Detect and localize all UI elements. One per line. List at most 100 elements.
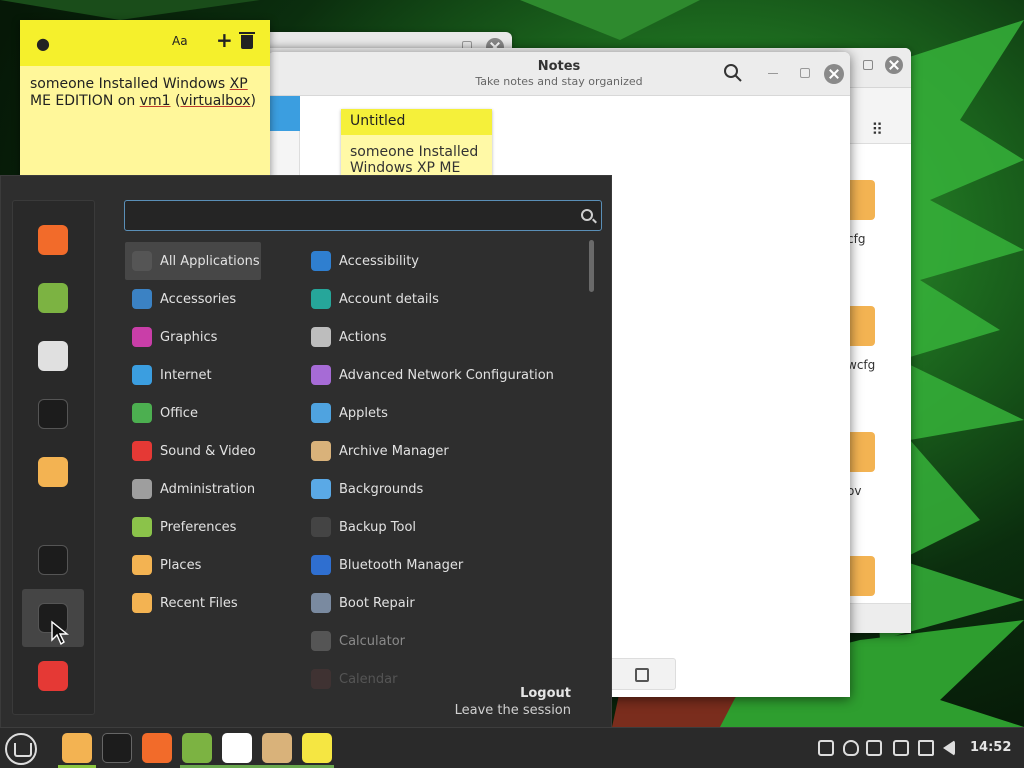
notes-tray-icon[interactable] <box>866 740 882 756</box>
shield-tray-icon[interactable] <box>843 740 859 756</box>
sticky-text-part: ) <box>250 93 256 109</box>
clipboard-tray-icon[interactable] <box>818 740 834 756</box>
minimize-button[interactable] <box>768 73 778 74</box>
application-list-scrollbar[interactable] <box>589 240 594 292</box>
firefox-taskbar-icon[interactable] <box>142 733 172 763</box>
folder-item[interactable]: ov <box>847 432 917 498</box>
backgrounds-icon <box>311 479 331 499</box>
sticky-text-xp: XP <box>229 76 248 92</box>
terminal-taskbar-icon[interactable] <box>102 733 132 763</box>
archive-taskbar-icon[interactable] <box>262 733 292 763</box>
files-icon <box>38 457 68 487</box>
folder-icon <box>132 555 152 575</box>
lock-icon <box>38 545 68 575</box>
folder-label: cfg <box>847 232 866 246</box>
folder-label: ov <box>847 484 862 498</box>
files-taskbar-icon[interactable] <box>62 733 92 763</box>
favorite-firefox[interactable] <box>22 211 84 269</box>
category-label: Places <box>160 557 202 573</box>
firefox-icon <box>38 225 68 255</box>
category-sound-video[interactable]: Sound & Video <box>125 432 295 470</box>
search-icon <box>581 209 593 221</box>
maximize-button[interactable] <box>800 68 810 78</box>
add-note-button[interactable]: + <box>216 30 233 50</box>
close-button[interactable] <box>885 56 903 74</box>
preferences-icon <box>132 517 152 537</box>
app-label: Archive Manager <box>339 443 449 459</box>
app-label: Calendar <box>339 671 398 687</box>
category-recent-files[interactable]: Recent Files <box>125 584 295 622</box>
favorite-power[interactable] <box>22 647 84 705</box>
notes-sidebar-selected[interactable] <box>268 96 300 131</box>
favorite-files[interactable] <box>22 443 84 501</box>
app-advanced-network-configuration[interactable]: Advanced Network Configuration <box>304 356 584 394</box>
category-label: Office <box>160 405 198 421</box>
category-label: Administration <box>160 481 256 497</box>
internet-icon <box>132 365 152 385</box>
category-office[interactable]: Office <box>125 394 295 432</box>
category-graphics[interactable]: Graphics <box>125 318 295 356</box>
sticky-note[interactable]: ● Aa + someone Installed Windows XP ME E… <box>20 20 270 180</box>
category-label: Recent Files <box>160 595 238 611</box>
category-list: All Applications Accessories Graphics Inter… <box>125 242 295 622</box>
app-boot-repair[interactable]: Boot Repair <box>304 584 584 622</box>
maximize-button[interactable] <box>863 60 873 70</box>
mouse-cursor-icon <box>51 620 69 646</box>
app-accessibility[interactable]: Accessibility <box>304 242 584 280</box>
favorite-terminal[interactable] <box>22 385 84 443</box>
sticky-text-part: someone Installed Windows <box>30 76 230 92</box>
settings-taskbar-icon[interactable] <box>222 733 252 763</box>
favorite-software-manager[interactable] <box>22 269 84 327</box>
app-calculator[interactable]: Calculator <box>304 622 584 660</box>
mint-menu-button[interactable] <box>5 733 37 765</box>
close-button[interactable] <box>824 64 844 84</box>
folder-item[interactable] <box>847 556 917 596</box>
favorite-lock[interactable] <box>22 531 84 589</box>
category-accessories[interactable]: Accessories <box>125 280 295 318</box>
update-tray-icon[interactable] <box>893 740 909 756</box>
volume-tray-icon[interactable] <box>943 740 955 756</box>
category-internet[interactable]: Internet <box>125 356 295 394</box>
app-applets[interactable]: Applets <box>304 394 584 432</box>
mint-update-taskbar-icon[interactable] <box>182 733 212 763</box>
app-backgrounds[interactable]: Backgrounds <box>304 470 584 508</box>
color-drop-icon[interactable]: ● <box>36 34 50 53</box>
folder-item[interactable]: wcfg <box>847 306 917 372</box>
category-all-applications[interactable]: All Applications <box>125 242 261 280</box>
app-account-details[interactable]: Account details <box>304 280 584 318</box>
search-icon[interactable] <box>722 62 744 84</box>
app-archive-manager[interactable]: Archive Manager <box>304 432 584 470</box>
actions-icon <box>311 327 331 347</box>
backup-icon <box>311 517 331 537</box>
accessories-icon <box>132 289 152 309</box>
sticky-note-text[interactable]: someone Installed Windows XP ME EDITION … <box>20 66 270 120</box>
folder-icon <box>847 180 875 220</box>
menu-search-input[interactable] <box>124 200 602 231</box>
copy-icon <box>635 668 649 682</box>
network-tray-icon[interactable] <box>918 740 934 756</box>
app-bluetooth-manager[interactable]: Bluetooth Manager <box>304 546 584 584</box>
office-icon <box>132 403 152 423</box>
app-actions[interactable]: Actions <box>304 318 584 356</box>
folder-icon <box>847 432 875 472</box>
category-preferences[interactable]: Preferences <box>125 508 295 546</box>
notes-taskbar-icon[interactable] <box>302 733 332 763</box>
app-backup-tool[interactable]: Backup Tool <box>304 508 584 546</box>
category-administration[interactable]: Administration <box>125 470 295 508</box>
trash-icon[interactable] <box>239 32 255 49</box>
notes-window-title: Notes <box>537 59 581 74</box>
notes-new-button[interactable] <box>608 658 676 690</box>
application-list: Accessibility Account details Actions Advan… <box>304 242 584 698</box>
power-icon <box>38 661 68 691</box>
network-icon <box>311 365 331 385</box>
favorite-settings-toggle[interactable] <box>22 327 84 385</box>
folder-icon <box>847 306 875 346</box>
font-button[interactable]: Aa <box>172 34 188 48</box>
category-label: Graphics <box>160 329 218 345</box>
category-places[interactable]: Places <box>125 546 295 584</box>
notes-titlebar[interactable]: Notes Take notes and stay organized <box>268 52 850 96</box>
clock[interactable]: 14:52 <box>970 740 1011 755</box>
folder-item[interactable]: cfg <box>847 180 917 246</box>
folder-label: wcfg <box>847 358 876 372</box>
sticky-note-header[interactable]: ● Aa + <box>20 20 270 66</box>
